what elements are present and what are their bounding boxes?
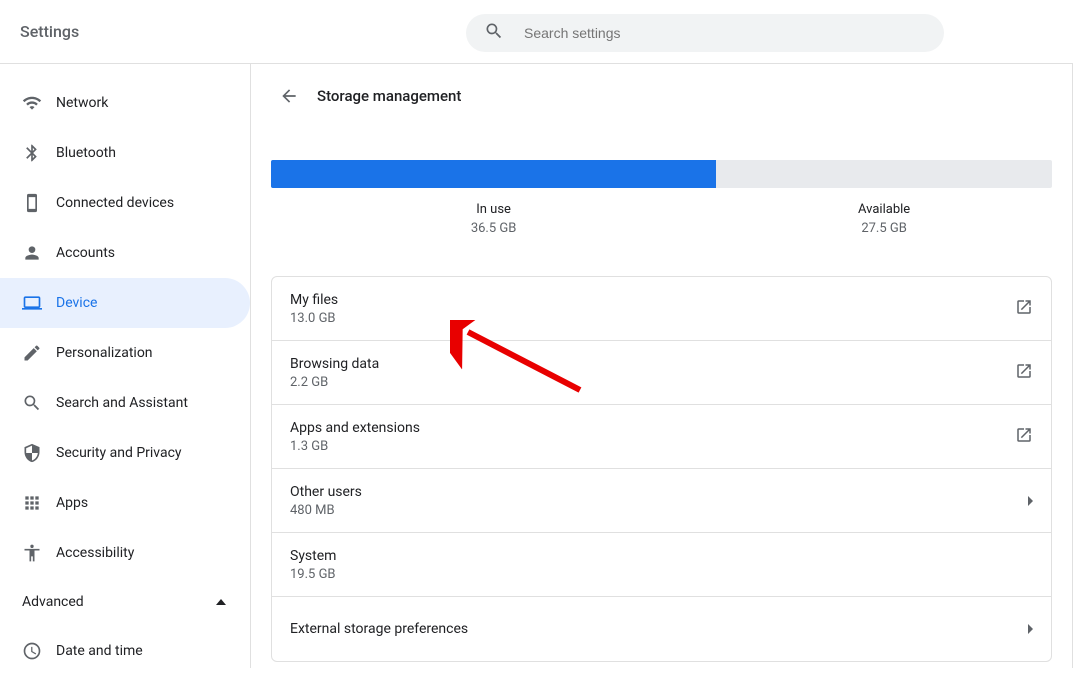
launch-icon[interactable] bbox=[1015, 298, 1033, 320]
storage-list: My files 13.0 GB Browsing data 2.2 GB bbox=[271, 276, 1052, 662]
sidebar-item-label: Personalization bbox=[56, 345, 153, 361]
row-label: Other users bbox=[290, 484, 1028, 500]
sidebar: Network Bluetooth Connected devices Acco… bbox=[0, 64, 250, 668]
accessibility-icon bbox=[22, 543, 56, 563]
app-title: Settings bbox=[20, 22, 79, 41]
edit-icon bbox=[22, 343, 56, 363]
sidebar-item-label: Device bbox=[56, 295, 97, 311]
row-label: My files bbox=[290, 292, 1015, 308]
chevron-right-icon bbox=[1028, 624, 1033, 634]
sidebar-item-accessibility[interactable]: Accessibility bbox=[0, 528, 250, 578]
sidebar-item-label: Date and time bbox=[56, 643, 143, 659]
phone-icon bbox=[22, 193, 56, 213]
back-button[interactable] bbox=[271, 86, 307, 106]
search-box[interactable] bbox=[466, 14, 944, 52]
in-use-label-block: In use 36.5 GB bbox=[271, 188, 716, 236]
row-value: 1.3 GB bbox=[290, 439, 1015, 454]
bluetooth-icon bbox=[22, 143, 56, 163]
content: Network Bluetooth Connected devices Acco… bbox=[0, 64, 1073, 668]
in-use-label: In use bbox=[271, 202, 716, 217]
sidebar-item-search-assistant[interactable]: Search and Assistant bbox=[0, 378, 250, 428]
storage-bar bbox=[271, 160, 1052, 188]
row-label: External storage preferences bbox=[290, 621, 1028, 637]
sidebar-item-device[interactable]: Device bbox=[0, 278, 250, 328]
search-icon bbox=[22, 393, 56, 413]
topbar: Settings bbox=[0, 0, 1073, 64]
arrow-back-icon bbox=[279, 86, 299, 106]
shield-icon bbox=[22, 443, 56, 463]
available-label: Available bbox=[716, 202, 1052, 217]
sidebar-item-accounts[interactable]: Accounts bbox=[0, 228, 250, 278]
sidebar-item-security-privacy[interactable]: Security and Privacy bbox=[0, 428, 250, 478]
sidebar-item-label: Accounts bbox=[56, 245, 115, 261]
storage-usage: In use 36.5 GB Available 27.5 GB bbox=[271, 160, 1052, 236]
sidebar-item-bluetooth[interactable]: Bluetooth bbox=[0, 128, 250, 178]
available-value: 27.5 GB bbox=[716, 221, 1052, 236]
sidebar-item-label: Accessibility bbox=[56, 545, 134, 561]
row-value: 480 MB bbox=[290, 503, 1028, 518]
chevron-right-icon bbox=[1028, 496, 1033, 506]
row-label: Apps and extensions bbox=[290, 420, 1015, 436]
launch-icon[interactable] bbox=[1015, 426, 1033, 448]
clock-icon bbox=[22, 641, 56, 661]
person-icon bbox=[22, 243, 56, 263]
sidebar-item-network[interactable]: Network bbox=[0, 78, 250, 128]
searchbox-wrap bbox=[466, 14, 944, 52]
sidebar-item-label: Search and Assistant bbox=[56, 395, 188, 411]
row-browsing-data[interactable]: Browsing data 2.2 GB bbox=[272, 341, 1051, 405]
in-use-value: 36.5 GB bbox=[271, 221, 716, 236]
sidebar-item-personalization[interactable]: Personalization bbox=[0, 328, 250, 378]
sidebar-item-apps[interactable]: Apps bbox=[0, 478, 250, 528]
advanced-label: Advanced bbox=[22, 594, 84, 610]
sidebar-advanced-toggle[interactable]: Advanced bbox=[0, 578, 250, 626]
row-value: 19.5 GB bbox=[290, 567, 1033, 582]
row-value: 13.0 GB bbox=[290, 311, 1015, 326]
apps-icon bbox=[22, 493, 56, 513]
sidebar-item-connected-devices[interactable]: Connected devices bbox=[0, 178, 250, 228]
chevron-up-icon bbox=[216, 599, 226, 605]
row-label: Browsing data bbox=[290, 356, 1015, 372]
row-label: System bbox=[290, 548, 1033, 564]
storage-bar-fill bbox=[271, 160, 716, 188]
storage-bar-labels: In use 36.5 GB Available 27.5 GB bbox=[271, 188, 1052, 236]
row-other-users[interactable]: Other users 480 MB bbox=[272, 469, 1051, 533]
row-external-storage[interactable]: External storage preferences bbox=[272, 597, 1051, 661]
launch-icon[interactable] bbox=[1015, 362, 1033, 384]
row-my-files[interactable]: My files 13.0 GB bbox=[272, 277, 1051, 341]
sidebar-item-label: Security and Privacy bbox=[56, 445, 182, 461]
row-value: 2.2 GB bbox=[290, 375, 1015, 390]
main-panel: Storage management In use 36.5 GB Availa… bbox=[250, 64, 1073, 668]
page-title: Storage management bbox=[317, 87, 461, 105]
row-apps-extensions[interactable]: Apps and extensions 1.3 GB bbox=[272, 405, 1051, 469]
page-header: Storage management bbox=[271, 68, 1052, 124]
available-label-block: Available 27.5 GB bbox=[716, 188, 1052, 236]
sidebar-item-label: Bluetooth bbox=[56, 145, 116, 161]
sidebar-item-label: Apps bbox=[56, 495, 88, 511]
sidebar-item-date-time[interactable]: Date and time bbox=[0, 626, 250, 676]
row-system: System 19.5 GB bbox=[272, 533, 1051, 597]
sidebar-item-label: Connected devices bbox=[56, 195, 174, 211]
search-icon bbox=[484, 21, 504, 45]
sidebar-item-label: Network bbox=[56, 95, 108, 111]
laptop-icon bbox=[22, 293, 56, 313]
wifi-icon bbox=[22, 93, 56, 113]
search-input[interactable] bbox=[524, 25, 926, 41]
